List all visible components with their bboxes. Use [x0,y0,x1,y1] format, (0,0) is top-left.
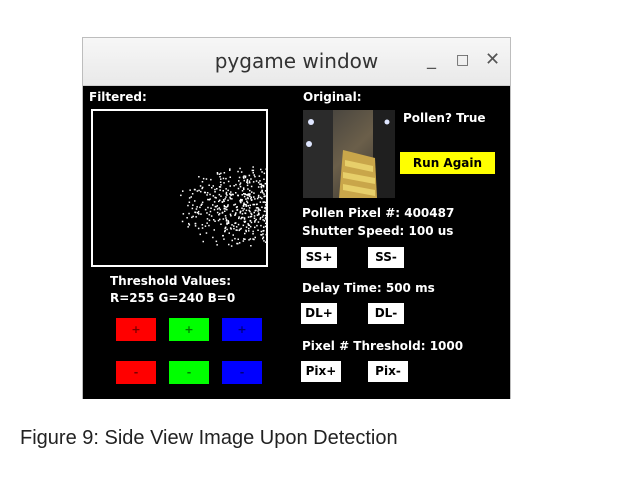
pollen-pixel-count: Pollen Pixel #: 400487 [302,206,455,220]
shutter-speed-text: Shutter Speed: 100 us [302,224,454,238]
pollen-status-text: Pollen? True [403,111,486,125]
run-again-button[interactable]: Run Again [400,152,495,174]
window-title: pygame window [214,49,379,73]
blue-increase-button[interactable]: + [222,318,262,341]
delay-decrease-button[interactable]: DL- [368,303,404,324]
threshold-values-text: R=255 G=240 B=0 [110,291,236,305]
pygame-window: pygame window _ □ ✕ Filtered: Original: [82,37,511,399]
title-bar[interactable]: pygame window _ □ ✕ [83,38,510,86]
green-increase-button[interactable]: + [169,318,209,341]
close-icon[interactable]: ✕ [485,49,500,70]
filtered-image [91,109,268,267]
delay-time-text: Delay Time: 500 ms [302,281,435,295]
red-decrease-button[interactable]: - [116,361,156,384]
shutter-speed-decrease-button[interactable]: SS- [368,247,404,268]
original-camera-image [303,110,395,198]
filtered-label: Filtered: [89,90,147,104]
original-label: Original: [303,90,362,104]
shutter-speed-increase-button[interactable]: SS+ [301,247,337,268]
blue-decrease-button[interactable]: - [222,361,262,384]
green-decrease-button[interactable]: - [169,361,209,384]
filtered-noise-pattern [180,166,266,247]
minimize-icon[interactable]: _ [427,49,436,70]
figure-caption: Figure 9: Side View Image Upon Detection [20,427,398,449]
pixel-threshold-decrease-button[interactable]: Pix- [368,361,408,382]
red-increase-button[interactable]: + [116,318,156,341]
app-canvas: Filtered: Original: Pollen? True Run Aga… [83,86,510,399]
maximize-icon[interactable]: □ [456,52,469,68]
delay-increase-button[interactable]: DL+ [301,303,337,324]
pixel-threshold-increase-button[interactable]: Pix+ [301,361,341,382]
pixel-threshold-text: Pixel # Threshold: 1000 [302,339,464,353]
threshold-values-title: Threshold Values: [110,274,232,288]
